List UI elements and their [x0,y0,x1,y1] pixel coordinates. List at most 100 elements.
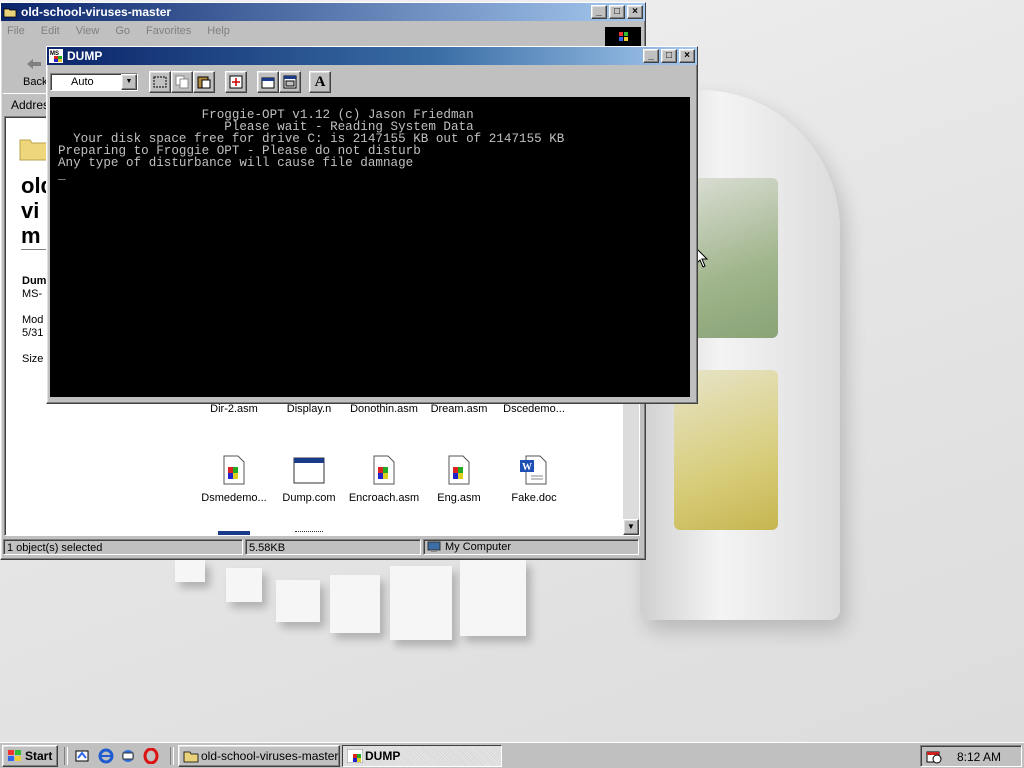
asm-file-icon [448,455,470,485]
background-button[interactable] [279,71,301,93]
menu-edit[interactable]: Edit [41,25,60,37]
console-output[interactable]: Froggie-OPT v1.12 (c) Jason Friedman Ple… [50,97,690,397]
svg-text:W: W [522,462,532,473]
start-label: Start [25,749,53,763]
menu-favorites[interactable]: Favorites [146,25,191,37]
file-item[interactable]: Dscedemo... [494,403,574,415]
menu-view[interactable]: View [76,25,100,37]
outlook-express-icon[interactable] [120,748,136,764]
task-dump[interactable]: DUMP [342,745,502,767]
status-zone: My Computer [423,539,639,555]
minimize-button[interactable]: _ [591,5,607,19]
back-button[interactable]: Back [3,47,49,93]
msdos-icon [347,749,363,763]
start-button[interactable]: Start [2,745,58,767]
file-item[interactable]: W Fake.doc [494,455,574,504]
file-name: Dscedemo... [503,403,565,415]
windows-flag-icon [8,750,21,761]
font-button[interactable]: A [309,71,331,93]
file-name: Fake.doc [511,492,557,504]
font-a-icon: A [314,73,326,90]
system-tray: 8:12 AM [920,745,1022,767]
properties-icon [261,77,275,89]
explorer-title: old-school-viruses-master [21,5,172,19]
task-explorer[interactable]: old-school-viruses-master [178,745,340,767]
word-document-icon: W [520,455,547,485]
status-size: 5.58KB [245,539,421,555]
wallpaper-block [330,575,380,633]
mark-button[interactable] [149,71,171,93]
close-button[interactable]: × [679,49,695,63]
file-name: Dsmedemo... [201,492,267,504]
menu-go[interactable]: Go [115,25,130,37]
wallpaper-block [460,560,526,636]
file-item[interactable]: Dsmedemo... [194,455,274,504]
file-item[interactable]: Display.n [269,403,349,415]
side-modified-label: Mod [22,314,44,326]
wallpaper-block [175,560,205,582]
minimize-button[interactable]: _ [643,49,659,63]
wallpaper-block [390,566,452,640]
file-item[interactable]: Donothin.asm [344,403,424,415]
properties-button[interactable] [257,71,279,93]
file-item[interactable]: Eng.asm [419,455,499,504]
paste-button[interactable] [193,71,215,93]
partial-file-icon [295,531,323,535]
taskbar: Start old-school-viruses-master DUMP 8:1… [0,742,1024,768]
file-name: Dir-2.asm [210,403,258,415]
status-selection: 1 object(s) selected [3,539,243,555]
file-name: Dump.com [282,492,336,504]
asm-file-icon [223,455,245,485]
side-size-label: Size [22,353,44,365]
full-screen-icon [229,75,243,89]
partial-file-icon [218,531,250,535]
copy-button[interactable] [171,71,193,93]
side-file-type: MS- [22,288,43,300]
menu-help[interactable]: Help [207,25,230,37]
task-scheduler-icon[interactable] [925,748,943,764]
full-screen-button[interactable] [225,71,247,93]
font-size-value: Auto [71,76,94,88]
webview-side-panel: old vi m Dum MS- Mod 5/31 Size [5,117,54,535]
background-icon [283,75,297,89]
maximize-button[interactable]: □ [661,49,677,63]
side-modified-date: 5/31 [22,327,44,339]
maximize-button[interactable]: □ [609,5,625,19]
wallpaper-block [276,580,320,622]
file-item[interactable]: Dream.asm [419,403,499,415]
windows-logo-throbber [605,27,641,47]
status-zone-label: My Computer [445,541,512,553]
font-size-select[interactable]: Auto ▼ [50,73,138,91]
msdos-icon: MS [49,49,63,63]
menu-file[interactable]: File [7,25,25,37]
console-cursor: _ [58,168,66,182]
console-line: Any type of disturbance will cause file … [58,156,414,170]
chevron-down-icon[interactable]: ▼ [121,74,137,90]
close-button[interactable]: × [627,5,643,19]
dump-console-window[interactable]: MS DUMP _ □ × Auto ▼ A Froggie-OPT v1.12… [46,46,698,404]
my-computer-icon [427,541,441,552]
file-name: Dream.asm [430,403,488,415]
opera-icon[interactable] [143,748,159,764]
address-label: Addres [11,98,50,112]
internet-explorer-icon[interactable] [98,748,114,764]
explorer-status-bar: 1 object(s) selected 5.58KB My Computer [3,539,643,557]
file-item[interactable]: Dir-2.asm [194,403,274,415]
dump-title: DUMP [67,49,103,63]
file-name: Display.n [286,403,332,415]
task-label: DUMP [365,749,401,763]
side-file-name: Dum [22,275,47,287]
clock[interactable]: 8:12 AM [957,750,1001,764]
large-folder-icon [19,139,49,161]
explorer-menubar: File Edit View Go Favorites Help [1,21,645,41]
file-item[interactable]: Dump.com [269,455,349,504]
file-name: Eng.asm [437,492,481,504]
dump-titlebar[interactable]: MS DUMP _ □ × [47,47,697,65]
back-arrow-icon [27,59,41,69]
scroll-down-button[interactable]: ▼ [623,519,639,535]
mark-select-icon [153,76,167,88]
file-name: Encroach.asm [348,492,420,504]
file-item[interactable]: Encroach.asm [344,455,424,504]
explorer-titlebar[interactable]: old-school-viruses-master _ □ × [1,3,645,21]
show-desktop-icon[interactable] [74,748,90,764]
